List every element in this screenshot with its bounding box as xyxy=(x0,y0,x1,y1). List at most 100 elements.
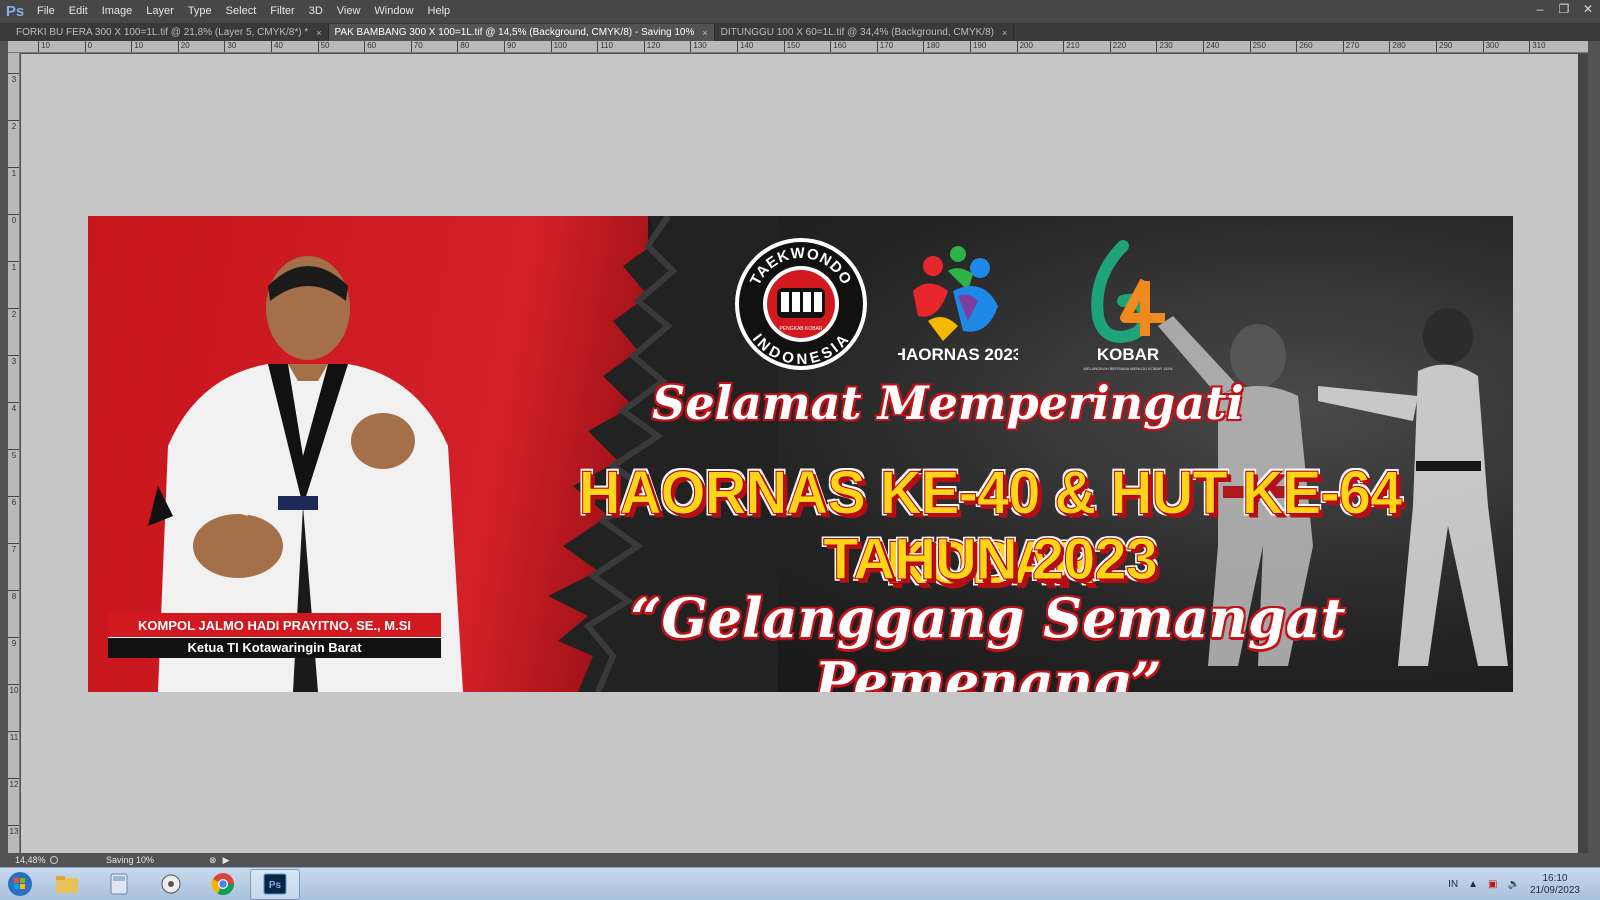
banner-artwork[interactable]: KOMPOL JALMO HADI PRAYITNO, SE., M.SI Ke… xyxy=(88,216,1513,692)
name-plate: KOMPOL JALMO HADI PRAYITNO, SE., M.SI Ke… xyxy=(108,613,441,658)
status-bar: 14,48% Saving 10% ⊗ ▶ xyxy=(0,853,1600,867)
menu-type[interactable]: Type xyxy=(181,0,219,23)
menu-select[interactable]: Select xyxy=(219,0,264,23)
ruler-tick-label: 10 xyxy=(131,41,143,52)
svg-text:Ps: Ps xyxy=(269,880,282,891)
taskbar-chrome[interactable] xyxy=(198,869,248,900)
haornas-caption: HAORNAS 2023 xyxy=(898,345,1018,364)
zoom-level[interactable]: 14,48% xyxy=(0,855,46,865)
ruler-tick-label: 300 xyxy=(1482,41,1499,52)
ruler-tick-label: 9 xyxy=(8,637,19,648)
logo-tkd-small-text: PENGKAB KOBAR xyxy=(779,326,822,332)
taskbar-calculator[interactable] xyxy=(94,869,144,900)
menu-file[interactable]: File xyxy=(30,0,62,23)
document-tab-bar: FORKI BU FERA 300 X 100=1L.tif @ 21,8% (… xyxy=(0,23,1600,41)
person-name: KOMPOL JALMO HADI PRAYITNO, SE., M.SI xyxy=(108,613,441,638)
kobar-small-text: MELANGKAH BERSAMA MENUJU KOBAR JAYA xyxy=(1084,366,1173,371)
ruler-tick-label: 240 xyxy=(1203,41,1219,52)
ruler-tick-label: 60 xyxy=(364,41,376,52)
photoshop-icon: Ps xyxy=(263,873,287,895)
ruler-tick-label: 50 xyxy=(317,41,330,52)
clock-time: 16:10 xyxy=(1542,872,1568,884)
ruler-tick-label: 6 xyxy=(8,496,19,507)
ruler-tick-label: 230 xyxy=(1156,41,1173,52)
menu-edit[interactable]: Edit xyxy=(62,0,95,23)
ruler-tick-label: 120 xyxy=(643,41,660,52)
tab-ditunggu[interactable]: DITUNGGU 100 X 60=1L.tif @ 34,4% (Backgr… xyxy=(715,24,1015,41)
tab-pak-bambang[interactable]: PAK BAMBANG 300 X 100=1L.tif @ 14,5% (Ba… xyxy=(328,24,715,41)
vertical-ruler[interactable]: 3 2 1 0 1 2 3 4 5 6 7 8 9 10 11 12 13 xyxy=(8,53,20,853)
clock[interactable]: 16:10 21/09/2023 xyxy=(1530,873,1580,897)
tab-close-icon[interactable]: × xyxy=(316,28,321,38)
tab-label: PAK BAMBANG 300 X 100=1L.tif @ 14,5% (Ba… xyxy=(334,27,695,38)
ruler-tick-label: 290 xyxy=(1436,41,1452,52)
windows-taskbar: Ps IN ▲ ▣ 🔈 16:10 21/09/2023 xyxy=(0,867,1600,900)
document-info-icon[interactable] xyxy=(50,856,58,864)
show-hidden-icons-icon[interactable]: ▲ xyxy=(1468,879,1478,890)
menu-image[interactable]: Image xyxy=(95,0,140,23)
menu-view[interactable]: View xyxy=(330,0,368,23)
menu-filter[interactable]: Filter xyxy=(263,0,301,23)
tab-close-icon[interactable]: × xyxy=(702,28,707,38)
close-button[interactable]: ✕ xyxy=(1576,0,1600,18)
taekwondo-indonesia-logo: TAEKWONDO INDONESIA PENGKAB KOBAR xyxy=(735,238,867,370)
menu-layer[interactable]: Layer xyxy=(139,0,181,23)
ruler-tick-label: 0 xyxy=(8,214,19,225)
ruler-tick-label: 10 xyxy=(8,684,19,695)
ruler-tick-label: 270 xyxy=(1342,41,1359,52)
menu-bar: Ps File Edit Image Layer Type Select Fil… xyxy=(0,0,1600,23)
clock-date: 21/09/2023 xyxy=(1529,884,1580,896)
volume-icon[interactable]: 🔈 xyxy=(1507,879,1519,890)
system-tray: IN ▲ ▣ 🔈 16:10 21/09/2023 xyxy=(1448,868,1600,900)
status-text: Saving 10% xyxy=(106,855,155,865)
windows-logo-icon xyxy=(8,872,32,896)
ruler-tick-label: 220 xyxy=(1109,41,1126,52)
horizontal-ruler[interactable]: 10 0 10 20 30 40 50 60 70 80 90 100 110 120 130 140 150 1… xyxy=(8,41,1588,53)
tab-close-icon[interactable]: × xyxy=(1002,28,1007,38)
network-icon[interactable]: ▣ xyxy=(1488,879,1497,890)
ruler-tick-label: 0 xyxy=(84,41,92,52)
ruler-tick-label: 2 xyxy=(8,308,19,319)
ruler-tick-label: 2 xyxy=(8,120,19,131)
photoshop-window: Ps File Edit Image Layer Type Select Fil… xyxy=(0,0,1600,900)
status-menu-arrow-icon[interactable]: ▶ xyxy=(223,855,230,866)
chrome-icon xyxy=(211,873,234,895)
minimize-button[interactable]: – xyxy=(1528,0,1552,18)
restore-button[interactable]: ❐ xyxy=(1552,0,1576,18)
ruler-tick-label: 8 xyxy=(8,590,19,601)
taskbar-media[interactable] xyxy=(146,869,196,900)
cancel-progress-icon[interactable]: ⊗ xyxy=(209,855,217,866)
media-icon xyxy=(161,874,181,894)
start-button[interactable] xyxy=(0,868,40,900)
tab-forki-bu-fera[interactable]: FORKI BU FERA 300 X 100=1L.tif @ 21,8% (… xyxy=(10,24,329,41)
ruler-tick-label: 30 xyxy=(224,41,236,52)
ruler-tick-label: 3 xyxy=(8,355,19,366)
ruler-tick-label: 12 xyxy=(8,778,19,789)
ruler-tick-label: 1 xyxy=(8,167,19,178)
ruler-tick-label: 280 xyxy=(1389,41,1406,52)
ruler-tick-label: 200 xyxy=(1016,41,1033,52)
folder-icon xyxy=(56,876,78,893)
menu-3d[interactable]: 3D xyxy=(302,0,330,23)
ruler-tick-label: 80 xyxy=(457,41,469,52)
haornas-2023-logo: HAORNAS 2023 xyxy=(898,246,1018,364)
ruler-tick-label: 210 xyxy=(1063,41,1080,52)
menu-window[interactable]: Window xyxy=(367,0,420,23)
ruler-tick-label: 11 xyxy=(8,731,19,742)
ruler-tick-label: 150 xyxy=(783,41,800,52)
ruler-tick-label: 160 xyxy=(830,41,847,52)
kobar-64-logo: KOBAR MELANGKAH BERSAMA MENUJU KOBAR JAY… xyxy=(1084,240,1173,371)
menu-help[interactable]: Help xyxy=(421,0,458,23)
ruler-tick-label: 310 xyxy=(1529,41,1546,52)
headline-line-2: TAHUN 2023 xyxy=(823,527,1159,593)
calculator-icon xyxy=(110,873,128,895)
taskbar-explorer[interactable] xyxy=(42,869,92,900)
vertical-scrollbar[interactable] xyxy=(1578,54,1588,853)
ruler-tick-label: 13 xyxy=(8,825,19,836)
ruler-tick-label: 100 xyxy=(550,41,567,52)
language-indicator[interactable]: IN xyxy=(1448,879,1458,890)
ruler-tick-label: 110 xyxy=(597,41,613,52)
kobar-caption: KOBAR xyxy=(1097,345,1159,364)
ruler-tick-label: 140 xyxy=(737,41,753,52)
taskbar-photoshop[interactable]: Ps xyxy=(250,868,300,900)
